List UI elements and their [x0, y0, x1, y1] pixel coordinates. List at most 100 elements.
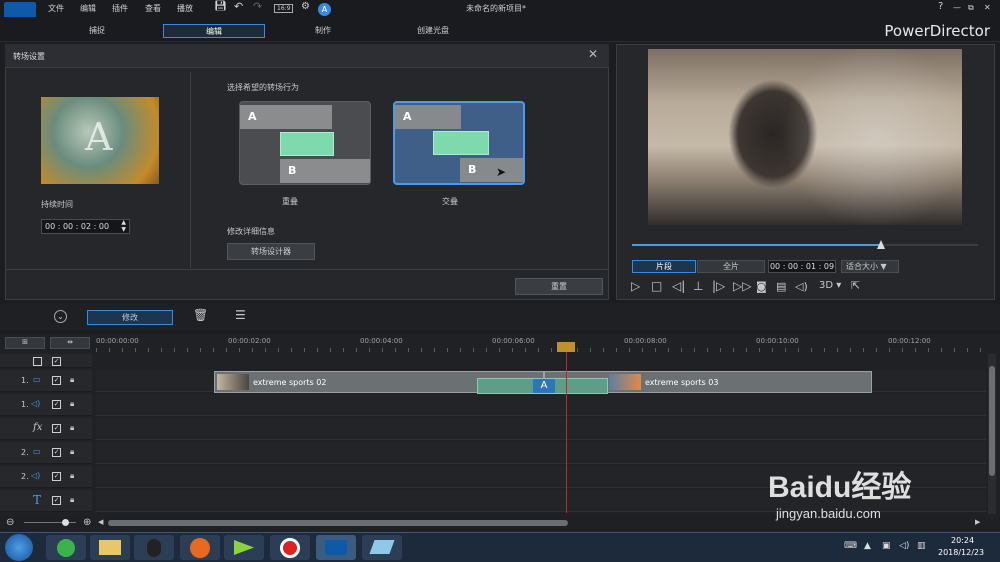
menu-file[interactable]: 文件 — [48, 3, 64, 14]
zoom-out-icon[interactable]: ⊖ — [6, 517, 14, 528]
menu-plugins[interactable]: 插件 — [112, 3, 128, 14]
option-overlap-card[interactable]: A B — [239, 101, 371, 185]
taskbar-firefox-icon[interactable] — [180, 535, 220, 560]
prev-frame-icon[interactable]: ◁| — [672, 279, 685, 293]
tray-keyboard-icon[interactable]: ⌨ — [844, 541, 857, 551]
snapshot-icon[interactable]: ◙ — [756, 280, 767, 293]
video-track-icon: ▭ — [33, 375, 41, 384]
duration-stepper-icon[interactable]: ▲ ▼ — [121, 219, 126, 233]
tray-network-icon[interactable]: ▣ — [882, 541, 891, 551]
track-enable-checkbox[interactable]: ✓ — [52, 472, 61, 481]
lock-icon[interactable]: 🔒︎ — [70, 423, 74, 433]
restore-icon[interactable]: ⧉ — [968, 3, 974, 13]
tray-expand-icon[interactable]: ▲ — [864, 541, 871, 551]
menu-play[interactable]: 播放 — [177, 3, 193, 14]
full-mode-button[interactable]: 全片 — [697, 260, 765, 273]
fast-forward-icon[interactable]: ▷▷ — [733, 279, 751, 293]
subtitle-icon[interactable]: ▤ — [776, 280, 786, 293]
tab-produce[interactable]: 制作 — [272, 24, 374, 38]
track-enable-checkbox[interactable]: ✓ — [52, 496, 61, 505]
settings-gear-icon[interactable]: ⚙ — [301, 1, 310, 12]
menu-view[interactable]: 查看 — [145, 3, 161, 14]
tab-create-disc[interactable]: 创建光盘 — [382, 24, 484, 38]
minimize-icon[interactable]: — — [953, 3, 961, 12]
ruler-label: 00:00:10:00 — [756, 337, 799, 345]
volume-icon[interactable]: ◁) — [795, 280, 808, 293]
vertical-scroll-thumb[interactable] — [989, 366, 995, 476]
overlap-clip-a: A — [240, 105, 332, 129]
fit-size-dropdown[interactable]: 适合大小 ▼ — [841, 260, 899, 273]
preview-scrub-track[interactable] — [632, 244, 978, 246]
duration-input[interactable]: 00 : 00 : 02 : 00 ▲ ▼ — [41, 219, 130, 234]
close-panel-icon[interactable]: ✕ — [588, 47, 598, 61]
taskbar-recorder-icon[interactable] — [270, 535, 310, 560]
reset-button[interactable]: 重置 — [515, 278, 603, 295]
preview-scrub-fill — [632, 244, 882, 246]
close-icon[interactable]: ✕ — [984, 3, 991, 12]
menu-edit[interactable]: 编辑 — [80, 3, 96, 14]
fit-timeline-icon[interactable]: ⇹ — [50, 337, 90, 349]
next-frame-icon[interactable]: |▷ — [712, 279, 725, 293]
track-enable-checkbox[interactable]: ✓ — [52, 424, 61, 433]
taskbar-media-icon[interactable] — [224, 535, 264, 560]
ruler-label: 00:00:04:00 — [360, 337, 403, 345]
preview-scrub-handle[interactable] — [877, 240, 886, 249]
tab-edit[interactable]: 编辑 — [163, 24, 265, 38]
option-cross-card[interactable]: A B ➤ — [393, 101, 525, 185]
lock-icon[interactable]: 🔒︎ — [70, 447, 74, 457]
tab-capture[interactable]: 捕捉 — [46, 24, 148, 38]
start-button-icon[interactable] — [5, 534, 33, 561]
stop-icon[interactable]: □ — [651, 279, 662, 293]
horizontal-scroll-thumb[interactable] — [108, 520, 568, 526]
master-enable-checkbox[interactable]: ✓ — [52, 357, 61, 366]
help-icon[interactable]: ? — [938, 1, 943, 12]
scroll-right-icon[interactable]: ▶ — [975, 518, 980, 526]
scroll-left-icon[interactable]: ◀ — [98, 518, 103, 526]
tray-volume-icon[interactable]: ◁) — [899, 541, 909, 551]
play-icon[interactable]: ▷ — [631, 279, 640, 293]
account-icon[interactable]: A — [318, 3, 331, 16]
lock-icon[interactable]: 🔒︎ — [70, 399, 74, 409]
taskbar-qq-icon[interactable] — [134, 535, 174, 560]
zoom-slider-thumb[interactable] — [62, 519, 69, 526]
redo-icon[interactable]: ↷ — [253, 0, 262, 13]
track-manager-icon[interactable]: ⊞ — [5, 337, 45, 349]
taskbar-explorer-icon[interactable] — [90, 535, 130, 560]
track-header-title: T ✓ 🔒︎ — [0, 490, 92, 512]
clock-date[interactable]: 2018/12/23 — [938, 548, 984, 557]
lock-icon[interactable]: 🔒︎ — [70, 495, 74, 505]
undock-icon[interactable]: ⇱ — [851, 279, 860, 292]
clip-mode-button[interactable]: 片段 — [632, 260, 696, 273]
cross-clip-b: B — [460, 158, 523, 182]
master-visibility-icon[interactable] — [33, 357, 42, 366]
save-icon[interactable]: 💾︎ — [214, 1, 227, 12]
transition-on-timeline[interactable]: A — [477, 378, 608, 394]
aspect-ratio-icon[interactable]: 16:9 — [274, 4, 294, 13]
vertical-scrollbar[interactable] — [988, 354, 996, 514]
split-icon[interactable]: ⊥ — [693, 279, 703, 293]
modify-button[interactable]: 修改 — [87, 310, 173, 325]
tray-battery-icon[interactable]: ▥ — [917, 541, 926, 551]
track-enable-checkbox[interactable]: ✓ — [52, 448, 61, 457]
delete-icon[interactable]: 🗑︎ — [193, 308, 208, 322]
playhead-handle[interactable] — [557, 342, 575, 352]
taskbar-powerdirector-icon[interactable] — [316, 535, 356, 560]
track-enable-checkbox[interactable]: ✓ — [52, 376, 61, 385]
clock-time[interactable]: 20:24 — [951, 536, 974, 545]
edit-list-icon[interactable]: ☰ — [235, 308, 246, 322]
transition-designer-button[interactable]: 转场设计器 — [227, 243, 315, 260]
overlap-clip-b: B — [280, 159, 370, 183]
zoom-in-icon[interactable]: ⊕ — [83, 517, 91, 528]
lock-icon[interactable]: 🔒︎ — [70, 471, 74, 481]
lock-icon[interactable]: 🔒︎ — [70, 375, 74, 385]
title-bar: 文件 编辑 插件 查看 播放 💾︎ ↶ ↷ 16:9 ⚙ A 未命名的新项目* … — [0, 0, 1000, 18]
taskbar-eraser-icon[interactable] — [362, 535, 402, 560]
track-enable-checkbox[interactable]: ✓ — [52, 400, 61, 409]
3d-mode-button[interactable]: 3D ▾ — [819, 280, 841, 291]
expand-toolbar-icon[interactable]: ⌄ — [54, 310, 67, 323]
option-overlap-label: 重叠 — [282, 197, 298, 206]
taskbar-app-icon[interactable] — [46, 535, 86, 560]
preview-timecode[interactable]: 00 : 00 : 01 : 09 — [768, 260, 836, 273]
undo-icon[interactable]: ↶ — [234, 0, 243, 13]
clip-name: extreme sports 03 — [645, 378, 719, 387]
